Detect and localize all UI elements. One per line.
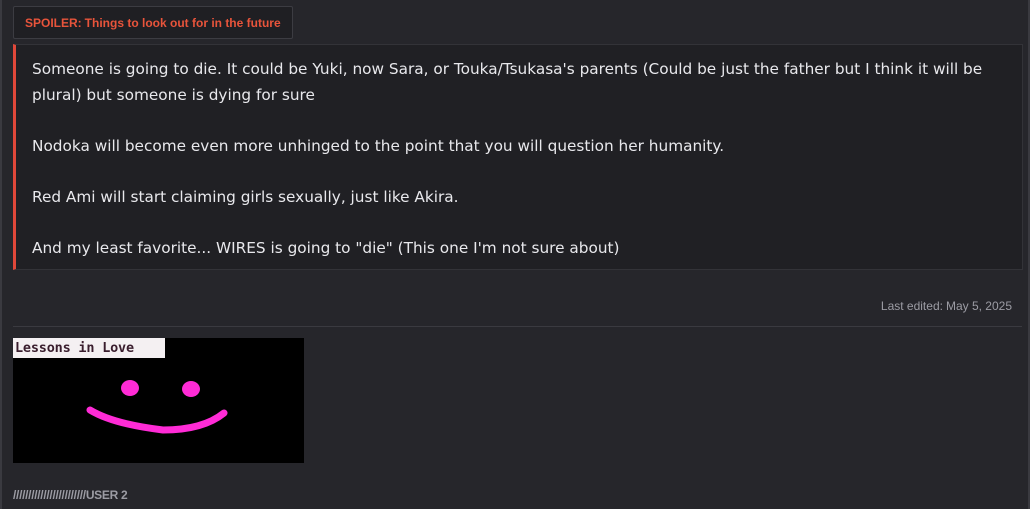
- spoiler-paragraph: Someone is going to die. It could be Yuk…: [32, 60, 983, 104]
- spoiler-title: Things to look out for in the future: [84, 15, 281, 30]
- post-left-border: [0, 0, 2, 509]
- spoiler-paragraph: And my least favorite... WIRES is going …: [32, 238, 620, 257]
- signature-image: Lessons in Love: [13, 338, 304, 463]
- spoiler-paragraph: Red Ami will start claiming girls sexual…: [32, 187, 459, 206]
- spoiler-toggle-button[interactable]: SPOILER: Things to look out for in the f…: [13, 6, 293, 39]
- spoiler-prefix: SPOILER:: [25, 15, 82, 30]
- signature-text: ////////////////////////USER 2: [13, 488, 128, 502]
- last-edited: Last edited: May 5, 2025: [881, 299, 1012, 313]
- signature-banner-text: Lessons in Love: [13, 338, 165, 358]
- spoiler-content: Someone is going to die. It could be Yuk…: [13, 44, 1023, 270]
- last-edited-date: May 5, 2025: [945, 299, 1012, 313]
- spoiler-paragraph: Nodoka will become even more unhinged to…: [32, 136, 725, 155]
- signature-divider: [13, 326, 1022, 327]
- last-edited-label: Last edited:: [880, 299, 943, 313]
